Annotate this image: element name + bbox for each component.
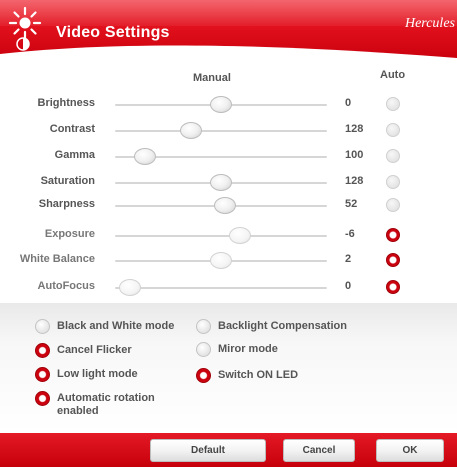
slider-label: AutoFocus bbox=[37, 280, 95, 292]
slider-track[interactable] bbox=[115, 235, 327, 237]
slider-row: Saturation 128 bbox=[0, 172, 457, 194]
brightness-sun-icon bbox=[8, 6, 42, 40]
auto-radio[interactable] bbox=[386, 253, 400, 267]
auto-rotation-radio[interactable] bbox=[35, 391, 50, 406]
auto-radio[interactable] bbox=[386, 149, 400, 163]
slider-label: Saturation bbox=[40, 175, 95, 187]
auto-rotation-label: Automatic rotation enabled bbox=[57, 392, 155, 417]
slider-value: 128 bbox=[345, 175, 364, 187]
brand-logo: Hercules bbox=[404, 16, 455, 31]
slider-row: Gamma 100 bbox=[0, 146, 457, 168]
slider-thumb[interactable] bbox=[118, 279, 141, 296]
slider-row: White Balance 2 bbox=[0, 250, 457, 272]
slider-thumb[interactable] bbox=[229, 227, 251, 244]
slider-label: Sharpness bbox=[38, 198, 95, 210]
slider-row: Contrast 128 bbox=[0, 120, 457, 142]
slider-value: 100 bbox=[345, 149, 364, 161]
cancel-flicker-radio[interactable] bbox=[35, 343, 50, 358]
led-radio[interactable] bbox=[196, 368, 211, 383]
slider-value: 128 bbox=[345, 123, 364, 135]
slider-thumb[interactable] bbox=[210, 96, 232, 113]
slider-thumb[interactable] bbox=[179, 122, 202, 139]
cancel-flicker-label: Cancel Flicker bbox=[57, 344, 132, 356]
slider-thumb[interactable] bbox=[134, 148, 156, 165]
slider-thumb[interactable] bbox=[210, 252, 232, 269]
slider-label: Exposure bbox=[44, 228, 95, 240]
slider-row: AutoFocus 0 bbox=[0, 277, 457, 299]
slider-value: 52 bbox=[345, 198, 358, 210]
mirror-label: Miror mode bbox=[218, 343, 278, 355]
led-label: Switch ON LED bbox=[218, 369, 299, 381]
auto-radio[interactable] bbox=[386, 228, 400, 242]
default-button[interactable]: Default bbox=[150, 439, 266, 462]
slider-track[interactable] bbox=[115, 130, 327, 132]
backlight-label: Backlight Compensation bbox=[218, 320, 347, 332]
auto-radio[interactable] bbox=[386, 198, 400, 212]
auto-radio[interactable] bbox=[386, 97, 400, 111]
title-bar-gloss bbox=[0, 0, 457, 26]
slider-value: 2 bbox=[345, 253, 352, 265]
slider-value: -6 bbox=[345, 228, 355, 240]
options-panel: Black and White mode Cancel Flicker Low … bbox=[0, 303, 457, 433]
slider-value: 0 bbox=[345, 97, 352, 109]
slider-thumb[interactable] bbox=[213, 197, 236, 214]
auto-column-header: Auto bbox=[380, 69, 406, 81]
slider-label: Contrast bbox=[49, 123, 95, 135]
slider-row: Brightness 0 bbox=[0, 94, 457, 116]
black-white-radio[interactable] bbox=[35, 319, 50, 334]
slider-row: Exposure -6 bbox=[0, 225, 457, 247]
slider-thumb[interactable] bbox=[210, 174, 232, 191]
ok-button[interactable]: OK bbox=[376, 439, 444, 462]
slider-label: White Balance bbox=[19, 253, 95, 265]
slider-row: Sharpness 52 bbox=[0, 195, 457, 217]
backlight-radio[interactable] bbox=[196, 319, 211, 334]
manual-column-header: Manual bbox=[193, 72, 231, 84]
header-wave bbox=[0, 45, 457, 62]
auto-radio[interactable] bbox=[386, 175, 400, 189]
low-light-label: Low light mode bbox=[57, 368, 138, 380]
black-white-label: Black and White mode bbox=[57, 320, 175, 332]
mirror-radio[interactable] bbox=[196, 342, 211, 357]
slider-track[interactable] bbox=[115, 287, 327, 289]
slider-label: Brightness bbox=[37, 97, 95, 109]
auto-radio[interactable] bbox=[386, 123, 400, 137]
auto-radio[interactable] bbox=[386, 280, 400, 294]
button-bar: Default Cancel OK bbox=[0, 433, 457, 467]
low-light-radio[interactable] bbox=[35, 367, 50, 382]
title-bar: Video Settings Hercules bbox=[0, 0, 457, 62]
cancel-button[interactable]: Cancel bbox=[283, 439, 355, 462]
slider-label: Gamma bbox=[54, 149, 95, 161]
slider-value: 0 bbox=[345, 280, 352, 292]
